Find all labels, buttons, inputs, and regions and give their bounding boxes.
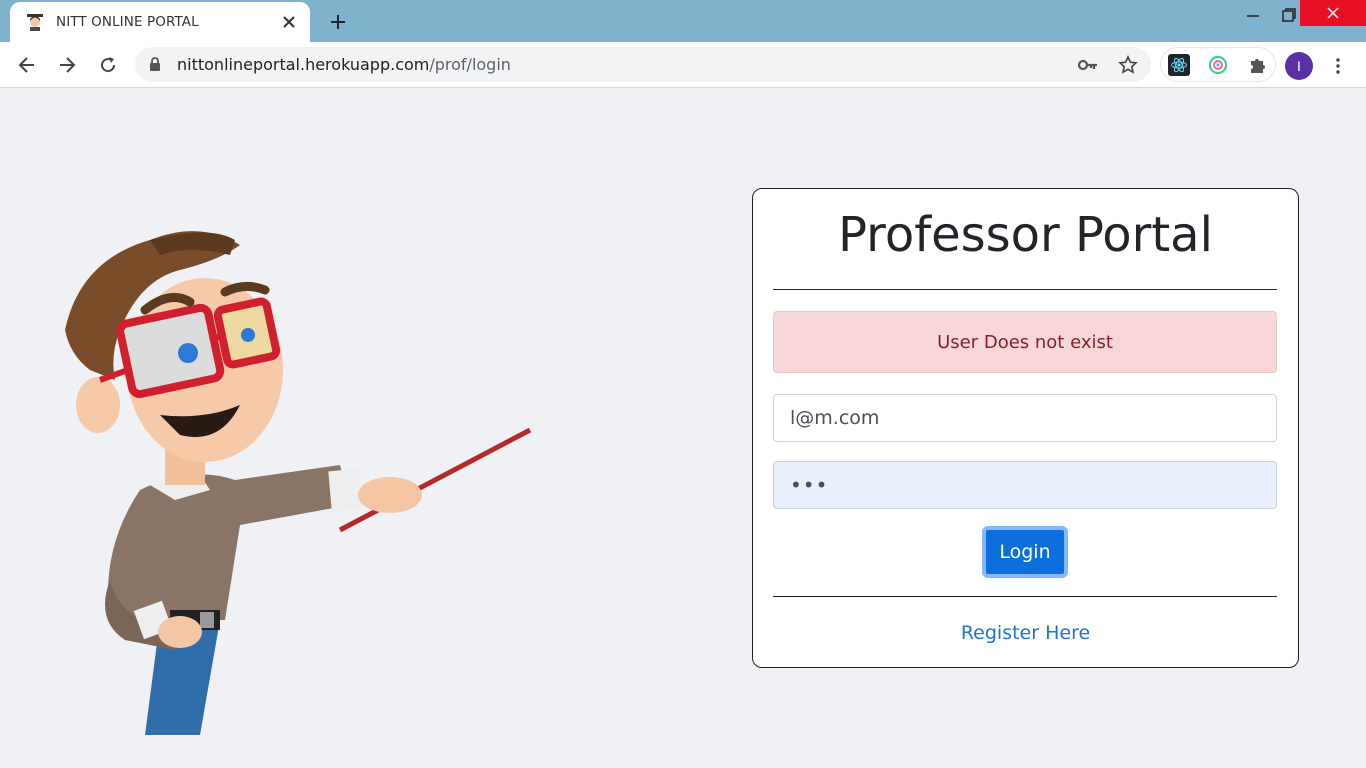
avatar[interactable]: I [1285, 52, 1313, 80]
plus-icon[interactable] [325, 9, 351, 35]
browser-titlebar: NITT ONLINE PORTAL [0, 0, 1366, 42]
browser-toolbar: nittonlineportal.herokuapp.com/prof/logi… [0, 42, 1366, 88]
password-field[interactable] [773, 461, 1277, 509]
extension-icon[interactable] [1207, 54, 1229, 76]
star-icon[interactable] [1117, 54, 1139, 76]
close-icon[interactable] [278, 11, 300, 33]
kebab-menu-icon[interactable] [1326, 52, 1350, 80]
divider [773, 289, 1277, 290]
extensions-area [1160, 47, 1276, 82]
url-text: nittonlineportal.herokuapp.com/prof/logi… [177, 55, 511, 74]
professor-illustration [50, 220, 540, 735]
address-bar[interactable]: nittonlineportal.herokuapp.com/prof/logi… [135, 47, 1151, 82]
page-title: Professor Portal [838, 207, 1213, 263]
key-icon[interactable] [1077, 54, 1099, 76]
url-path: /prof/login [429, 55, 511, 74]
window-close-icon[interactable] [1300, 0, 1366, 26]
reload-icon[interactable] [94, 51, 122, 79]
login-card: Professor Portal User Does not exist Log… [752, 188, 1299, 668]
react-devtools-icon[interactable] [1168, 54, 1190, 76]
url-host: nittonlineportal.herokuapp.com [177, 55, 430, 74]
login-button[interactable]: Login [982, 526, 1068, 578]
browser-tab[interactable]: NITT ONLINE PORTAL [10, 2, 310, 42]
tab-title: NITT ONLINE PORTAL [56, 14, 199, 30]
email-field[interactable] [773, 394, 1277, 442]
register-link[interactable]: Register Here [753, 622, 1298, 644]
puzzle-icon[interactable] [1247, 54, 1269, 76]
divider [773, 596, 1277, 597]
forward-icon[interactable] [53, 51, 81, 79]
back-icon[interactable] [13, 51, 41, 79]
error-alert: User Does not exist [773, 311, 1277, 373]
lock-icon[interactable] [149, 57, 163, 73]
teacher-favicon [25, 12, 45, 32]
